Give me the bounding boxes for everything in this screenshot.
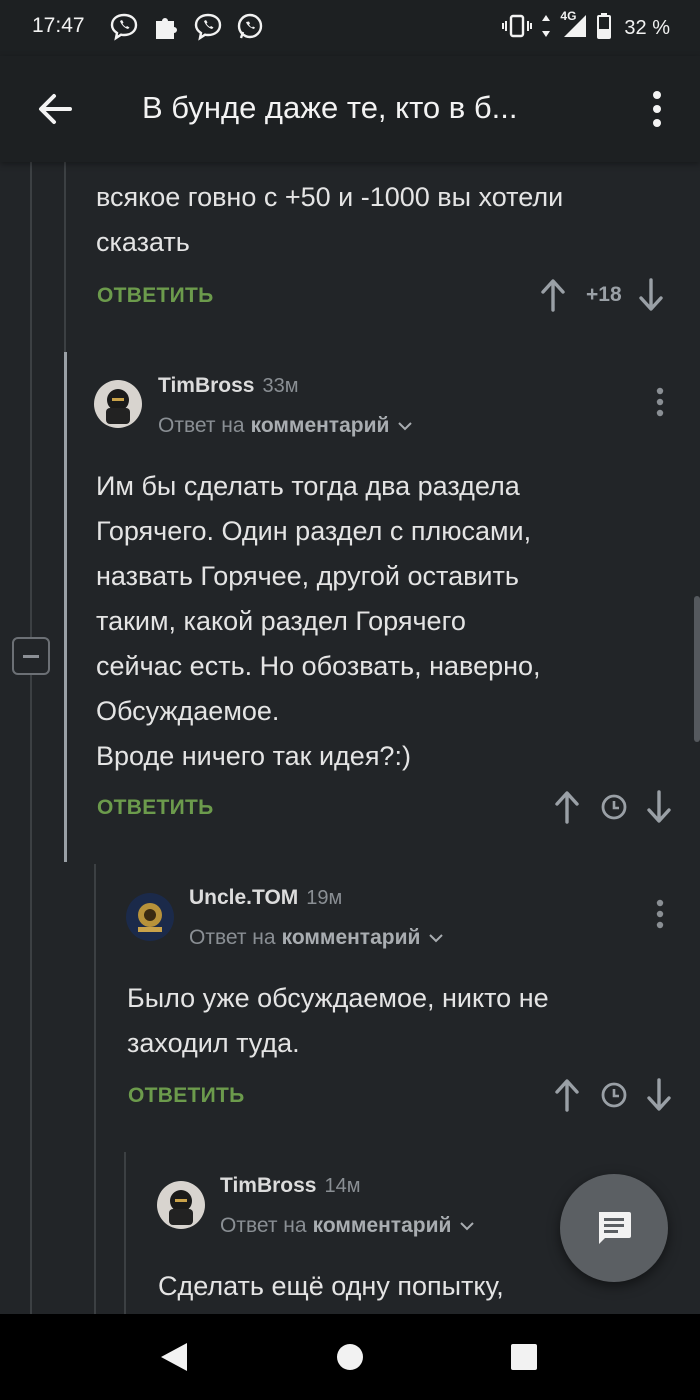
chevron-down-icon — [460, 1222, 475, 1231]
reply-button[interactable]: ОТВЕТИТЬ — [97, 284, 214, 308]
downvote-icon[interactable] — [636, 278, 666, 312]
reply-to-link[interactable]: Ответ на комментарий — [189, 926, 446, 950]
system-nav-bar — [0, 1314, 700, 1400]
downvote-icon[interactable] — [644, 1078, 674, 1112]
comment-menu-icon[interactable] — [650, 385, 670, 419]
status-bar: 17:47 4G 32 % — [0, 0, 700, 56]
chevron-down-icon — [429, 934, 444, 943]
comment-author[interactable]: TimBross 33м — [158, 374, 298, 398]
new-comment-fab[interactable] — [560, 1174, 668, 1282]
status-time: 17:47 — [32, 14, 85, 37]
chevron-down-icon — [398, 422, 413, 431]
data-arrows-icon — [540, 13, 552, 44]
avatar[interactable] — [94, 380, 142, 428]
viber-icon — [192, 11, 224, 43]
thread-line — [64, 162, 66, 352]
upvote-icon[interactable] — [552, 790, 582, 824]
reply-to-link[interactable]: Ответ на комментарий — [220, 1214, 477, 1238]
reply-button[interactable]: ОТВЕТИТЬ — [128, 1084, 245, 1108]
comment-menu-icon[interactable] — [650, 897, 670, 931]
comment-text: Было уже обсуждаемое, никто не заходил т… — [127, 983, 549, 1058]
collapse-thread-button[interactable] — [12, 637, 50, 675]
comment-icon — [599, 1212, 631, 1244]
comment-time: 33м — [262, 375, 299, 397]
nav-home-icon[interactable] — [300, 1314, 400, 1400]
comment-author[interactable]: Uncle.TOM 19м — [189, 886, 342, 910]
signal-icon: 4G — [560, 9, 588, 44]
comment-time: 14м — [324, 1175, 361, 1197]
clock-icon — [600, 793, 628, 821]
downvote-icon[interactable] — [644, 790, 674, 824]
rating-value: +18 — [586, 283, 622, 306]
comment-text: всякое говно с +50 и -1000 вы хотели ска… — [96, 182, 564, 257]
vibrate-icon — [502, 13, 533, 44]
thread-line — [124, 1152, 126, 1314]
app-bar: В бунде даже те, кто в б... — [0, 56, 700, 162]
comment-text: Сделать ещё одну попытку, — [158, 1271, 504, 1301]
reply-button[interactable]: ОТВЕТИТЬ — [97, 796, 214, 820]
comment-text: Им бы сделать тогда два раздела Горячего… — [96, 471, 541, 771]
network-type: 4G — [560, 9, 577, 23]
comment-author[interactable]: TimBross 14м — [220, 1174, 360, 1198]
reply-to-link[interactable]: Ответ на комментарий — [158, 414, 415, 438]
page-title: В бунде даже те, кто в б... — [142, 90, 518, 125]
battery-percent: 32 % — [624, 17, 670, 39]
battery-icon — [596, 12, 612, 45]
avatar[interactable] — [126, 893, 174, 941]
thread-line — [94, 864, 96, 1314]
upvote-icon[interactable] — [552, 1078, 582, 1112]
upvote-icon[interactable] — [538, 278, 568, 312]
avatar[interactable] — [157, 1181, 205, 1229]
nav-back-icon[interactable] — [124, 1314, 224, 1400]
scrollbar[interactable] — [694, 596, 700, 742]
thread-line — [30, 162, 32, 1314]
puzzle-icon — [150, 11, 182, 43]
more-vert-icon[interactable] — [642, 86, 672, 132]
clock-icon — [600, 1081, 628, 1109]
whatsapp-icon — [234, 11, 266, 43]
nav-recents-icon[interactable] — [474, 1314, 574, 1400]
back-arrow-icon[interactable] — [32, 86, 78, 132]
thread-line-active — [64, 352, 67, 862]
comment-time: 19м — [306, 887, 343, 909]
viber-icon — [108, 11, 140, 43]
